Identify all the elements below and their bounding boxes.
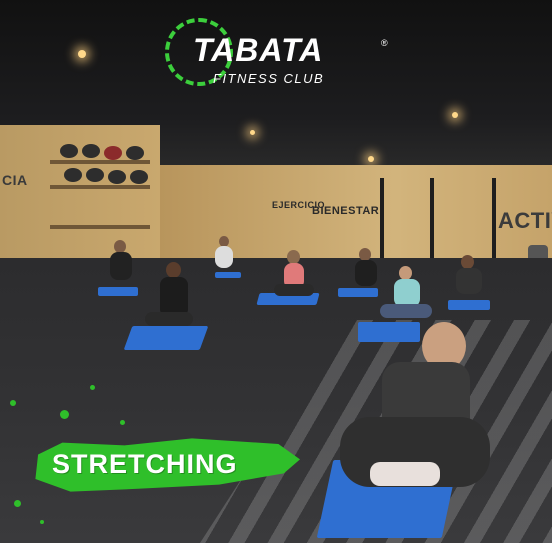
person-seated	[210, 236, 238, 276]
shelf	[50, 225, 150, 229]
logo-title: TABATA	[193, 32, 324, 68]
person-foreground	[340, 322, 490, 502]
paint-splatter	[90, 385, 95, 390]
paint-splatter	[14, 500, 21, 507]
person-seated	[272, 250, 316, 300]
person-seated	[378, 266, 434, 328]
wall-sign-right: ACTIV	[498, 208, 552, 233]
medicine-ball	[64, 168, 82, 182]
ceiling-lamp	[78, 50, 86, 58]
gym-photo: CIA EJERCICIO BIENESTAR ACTIV	[0, 0, 552, 543]
shelf	[50, 185, 150, 189]
stretching-label: STRETCHING	[52, 449, 238, 479]
paint-splatter	[120, 420, 125, 425]
registered-mark: ®	[381, 38, 388, 48]
medicine-ball	[126, 146, 144, 160]
tabata-logo: TABATA ® FITNESS CLUB	[165, 18, 395, 98]
logo-subtitle: FITNESS CLUB	[213, 71, 325, 86]
ceiling-lamp	[368, 156, 374, 162]
ceiling-lamp	[250, 130, 255, 135]
medicine-ball	[104, 146, 122, 160]
medicine-ball	[82, 144, 100, 158]
medicine-ball	[86, 168, 104, 182]
shelf	[50, 160, 150, 164]
medicine-ball	[130, 170, 148, 184]
paint-splatter	[40, 520, 44, 524]
medicine-ball	[60, 144, 78, 158]
wall-sign-left: CIA	[2, 172, 28, 188]
person-seated	[140, 262, 200, 332]
wall-sign-bienestar: BIENESTAR	[312, 205, 380, 217]
ceiling-lamp	[452, 112, 458, 118]
medicine-ball	[108, 170, 126, 184]
person-seated	[100, 240, 140, 290]
paint-splatter	[10, 400, 16, 406]
person-seated	[446, 255, 490, 305]
paint-splatter	[60, 410, 69, 419]
